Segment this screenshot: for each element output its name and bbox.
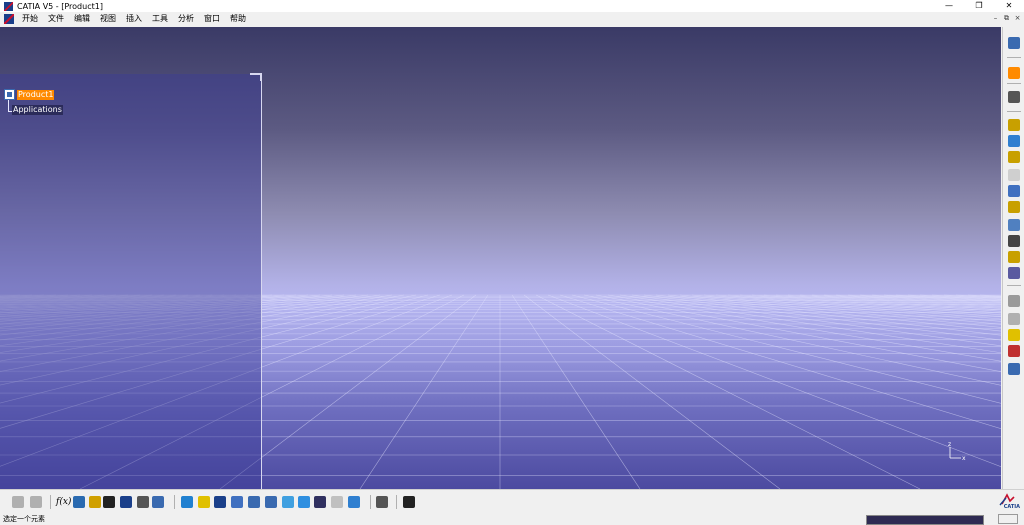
light-bulb-icon[interactable] <box>1008 363 1020 375</box>
window-title: CATIA V5 - [Product1] <box>17 1 103 11</box>
normal-view-icon[interactable] <box>282 496 294 508</box>
generate-numbering-icon[interactable] <box>1008 201 1020 213</box>
specification-tree-panel <box>0 74 262 489</box>
explode-icon[interactable] <box>1008 345 1020 357</box>
pan-icon[interactable] <box>214 496 226 508</box>
window-controls: — ❐ ✕ <box>934 0 1024 12</box>
axis-z-label: z <box>948 441 951 448</box>
status-bar: 选定一个元素 <box>0 513 1024 525</box>
fly-mode-icon[interactable] <box>181 496 193 508</box>
existing-component-icon[interactable] <box>1008 135 1020 147</box>
comment-icon[interactable] <box>73 496 85 508</box>
reorder-icon[interactable] <box>1008 295 1020 307</box>
document-controls: – ⧉ × <box>991 13 1022 24</box>
toolbar-separator <box>370 495 371 509</box>
right-toolbar <box>1002 27 1024 489</box>
tree-applications-node[interactable]: Applications <box>12 105 63 115</box>
shading-icon[interactable] <box>314 496 326 508</box>
menu-bar: 开始 文件 编辑 视图 插入 工具 分析 窗口 帮助 – ⧉ × <box>0 12 1024 26</box>
menu-start[interactable]: 开始 <box>17 12 43 26</box>
graph-tree-reorder-icon[interactable] <box>1008 185 1020 197</box>
manage-representations-icon[interactable] <box>1008 235 1020 247</box>
camera-icon[interactable] <box>403 496 415 508</box>
menu-analyze[interactable]: 分析 <box>173 12 199 26</box>
catia-app-icon <box>4 1 13 11</box>
redo-icon[interactable] <box>30 496 42 508</box>
lamp-icon[interactable] <box>89 496 101 508</box>
doc-minimize-button[interactable]: – <box>991 13 1000 24</box>
rotate-icon[interactable] <box>231 496 243 508</box>
menu-file[interactable]: 文件 <box>43 12 69 26</box>
title-bar: CATIA V5 - [Product1] — ❐ ✕ <box>0 0 1024 12</box>
close-button[interactable]: ✕ <box>994 0 1024 12</box>
formula-label[interactable]: f(x) <box>56 497 71 507</box>
toolbar-separator <box>1007 83 1021 84</box>
replace-component-icon[interactable] <box>1008 169 1020 181</box>
menu-window[interactable]: 窗口 <box>199 12 225 26</box>
undo-icon[interactable] <box>12 496 24 508</box>
fit-all-icon[interactable] <box>198 496 210 508</box>
command-button[interactable] <box>998 514 1018 524</box>
restore-button[interactable]: ❐ <box>964 0 994 12</box>
tree-panel-corner <box>250 73 262 81</box>
menu-help[interactable]: 帮助 <box>225 12 251 26</box>
multi-instantiation-icon[interactable] <box>1008 251 1020 263</box>
snap-icon[interactable] <box>1008 329 1020 341</box>
existing-positioning-icon[interactable] <box>1008 151 1020 163</box>
toolbar-separator <box>396 495 397 509</box>
table-icon[interactable] <box>103 496 115 508</box>
menu-insert[interactable]: 插入 <box>121 12 147 26</box>
toolbar-separator <box>1007 111 1021 112</box>
component-insert-icon[interactable] <box>1008 119 1020 131</box>
compass-icon[interactable] <box>1008 91 1020 103</box>
hierarchy-icon[interactable] <box>120 496 132 508</box>
constraint-icon[interactable] <box>1008 313 1020 325</box>
product-icon <box>4 89 15 100</box>
toolbar-separator <box>174 495 175 509</box>
menu-view[interactable]: 视图 <box>95 12 121 26</box>
toolbar-separator <box>50 495 51 509</box>
minimize-button[interactable]: — <box>934 0 964 12</box>
catia-window: CATIA V5 - [Product1] — ❐ ✕ 开始 文件 编辑 视图 … <box>0 0 1024 525</box>
axis-indicator: z x <box>948 441 966 461</box>
toolbar-separator <box>1007 285 1021 286</box>
command-input[interactable] <box>866 515 984 525</box>
bottom-toolbar: f(x) CATIA <box>0 489 1024 513</box>
3d-viewport[interactable]: Product1 Applications z x <box>0 27 1001 489</box>
measure-icon[interactable] <box>152 496 164 508</box>
doc-restore-button[interactable]: ⧉ <box>1002 13 1011 24</box>
zoom-out-icon[interactable] <box>265 496 277 508</box>
status-message: 选定一个元素 <box>3 515 45 523</box>
iso-view-icon[interactable] <box>298 496 310 508</box>
axis-x-label: x <box>962 455 966 461</box>
fast-multi-instantiation-icon[interactable] <box>1008 267 1020 279</box>
capture-icon[interactable] <box>137 496 149 508</box>
tree-root-node[interactable]: Product1 <box>4 89 55 100</box>
doc-close-button[interactable]: × <box>1013 13 1022 24</box>
toolbar-separator <box>1007 57 1021 58</box>
zoom-in-icon[interactable] <box>248 496 260 508</box>
select-icon[interactable] <box>1008 67 1020 79</box>
selective-load-icon[interactable] <box>1008 219 1020 231</box>
properties-icon[interactable] <box>376 496 388 508</box>
catia-logo-text: CATIA <box>1003 504 1020 510</box>
plm-access-icon[interactable] <box>1008 37 1020 49</box>
menu-tools[interactable]: 工具 <box>147 12 173 26</box>
hide-show-icon[interactable] <box>331 496 343 508</box>
tree-root-label[interactable]: Product1 <box>17 89 55 100</box>
swap-space-icon[interactable] <box>348 496 360 508</box>
document-icon[interactable] <box>4 14 14 24</box>
menu-edit[interactable]: 编辑 <box>69 12 95 26</box>
